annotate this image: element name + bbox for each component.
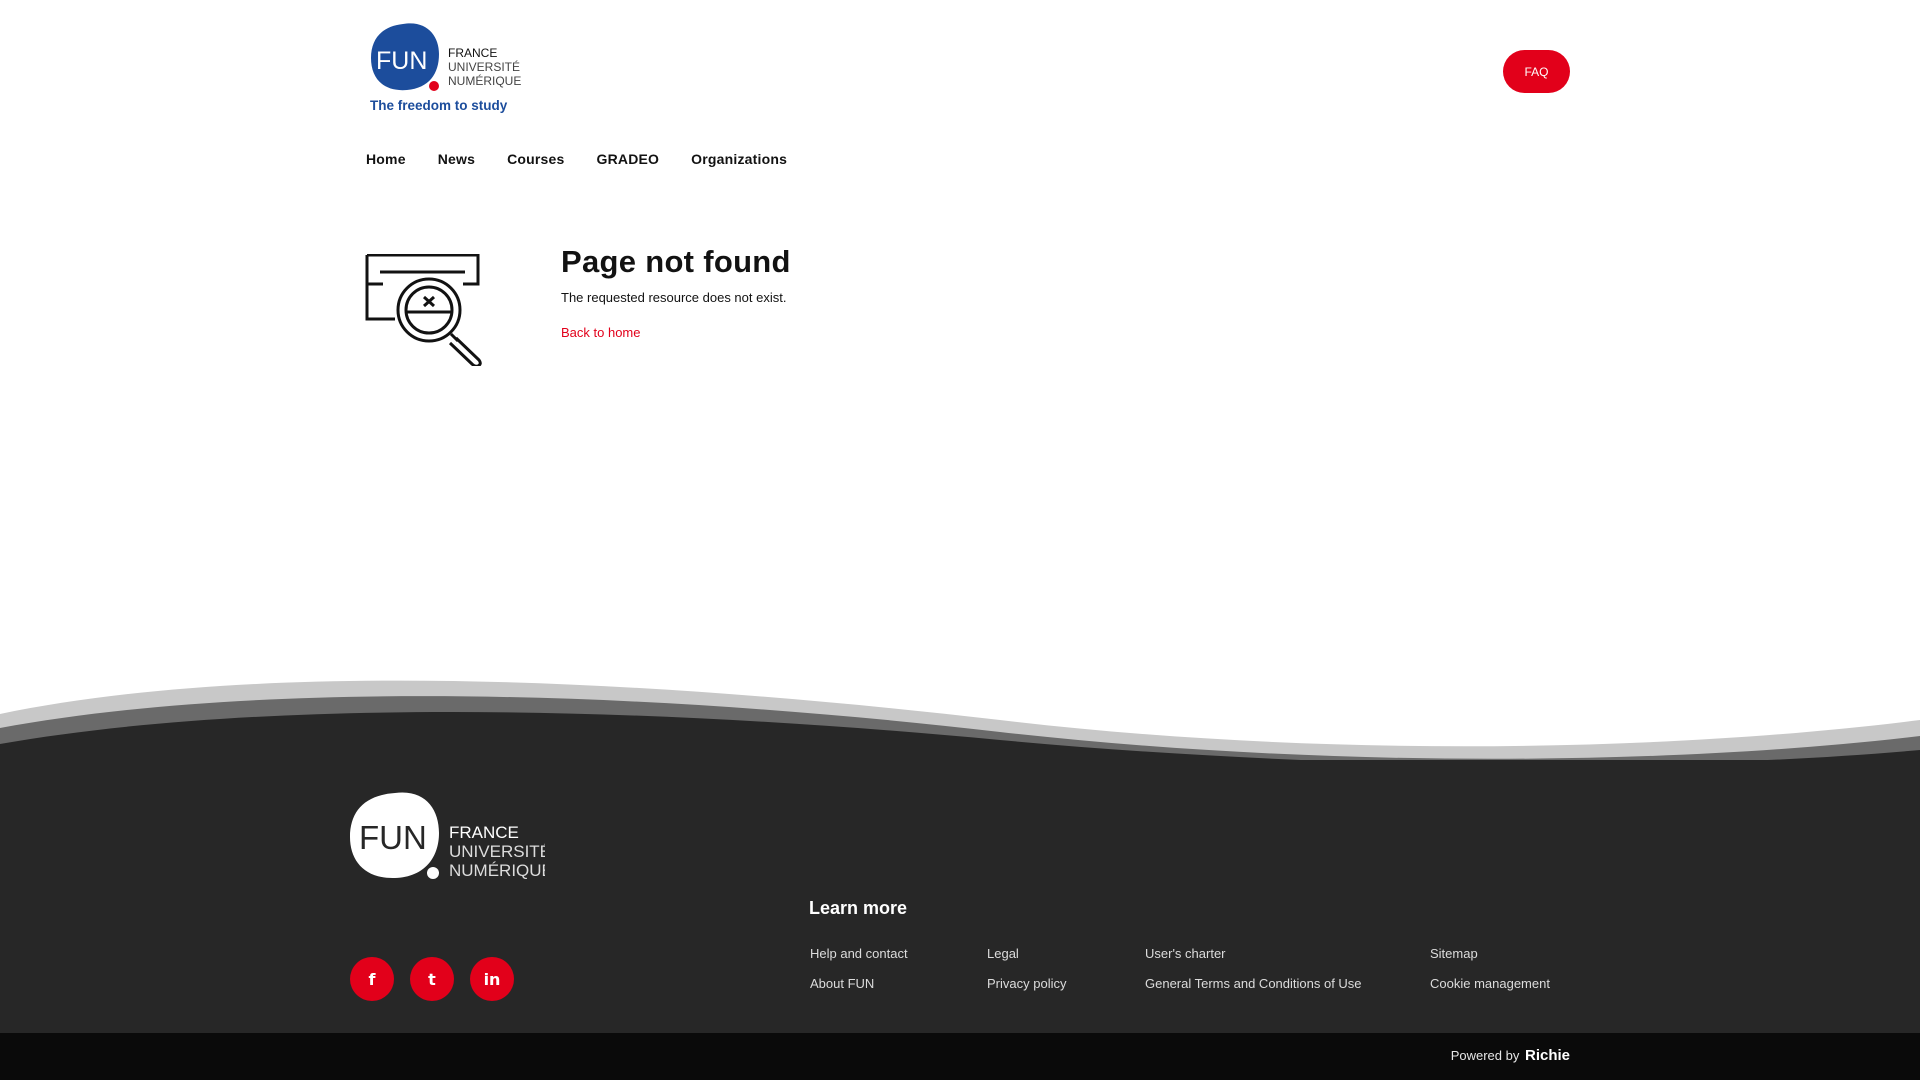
footer-logo-text: FUN	[359, 819, 427, 856]
footer-logo-numerique: NUMÉRIQUE	[449, 861, 545, 880]
nav-item-news[interactable]: News	[438, 151, 475, 167]
page-title: Page not found	[561, 244, 791, 279]
learn-more-title: Learn more	[809, 898, 908, 918]
twitter-button[interactable]: t	[410, 957, 454, 1001]
footer-link-cookie[interactable]: Cookie management	[1430, 976, 1550, 991]
powered-by-label: Powered by	[1450, 1048, 1520, 1063]
fun-logo-text: FUN	[376, 47, 427, 75]
footer	[0, 760, 1920, 1033]
footer-link-help[interactable]: Help and contact	[810, 946, 908, 961]
footer-logo-dot	[427, 867, 439, 879]
nav-item-home[interactable]: Home	[366, 151, 406, 167]
powered-bar	[0, 1033, 1920, 1080]
footer-link-about[interactable]: About FUN	[810, 976, 874, 991]
not-found-message: The requested resource does not exist.	[561, 290, 787, 305]
footer-link-legal[interactable]: Legal	[987, 946, 1019, 961]
fun-logo-universite: UNIVERSITÉ	[448, 59, 520, 74]
footer-fun-logo[interactable]: FUN FRANCE UNIVERSITÉ NUMÉRIQUE	[349, 791, 545, 881]
footer-link-sitemap[interactable]: Sitemap	[1430, 946, 1478, 961]
fun-logo-tagline: The freedom to study	[370, 98, 508, 113]
footer-link-terms[interactable]: General Terms and Conditions of Use	[1145, 976, 1362, 991]
fun-logo-numerique: NUMÉRIQUE	[448, 73, 521, 88]
footer-logo-universite: UNIVERSITÉ	[449, 842, 545, 861]
nav-item-organizations[interactable]: Organizations	[691, 151, 787, 167]
fun-logo-france: FRANCE	[448, 46, 497, 60]
back-to-home-link[interactable]: Back to home	[561, 325, 641, 340]
twitter-icon: t	[428, 969, 436, 989]
facebook-icon: f	[368, 969, 376, 989]
nav-item-gradeo[interactable]: GRADEO	[597, 151, 660, 167]
footer-link-charter[interactable]: User's charter	[1145, 946, 1226, 961]
richie-link[interactable]: Richie	[1525, 1047, 1570, 1064]
main-nav: Home News Courses GRADEO Organizations	[366, 151, 819, 167]
faq-button[interactable]: FAQ	[1503, 50, 1570, 93]
facebook-button[interactable]: f	[350, 957, 394, 1001]
footer-link-privacy[interactable]: Privacy policy	[987, 976, 1066, 991]
linkedin-button[interactable]: in	[470, 957, 514, 1001]
nav-item-courses[interactable]: Courses	[507, 151, 564, 167]
powered-by: Powered by Richie	[1451, 1047, 1570, 1064]
fun-logo[interactable]: FUN FRANCE UNIVERSITÉ NUMÉRIQUE The free…	[369, 22, 521, 116]
not-found-illustration	[365, 254, 482, 366]
footer-logo-france: FRANCE	[449, 823, 519, 842]
linkedin-icon: in	[483, 969, 501, 989]
fun-logo-dot	[429, 81, 439, 91]
